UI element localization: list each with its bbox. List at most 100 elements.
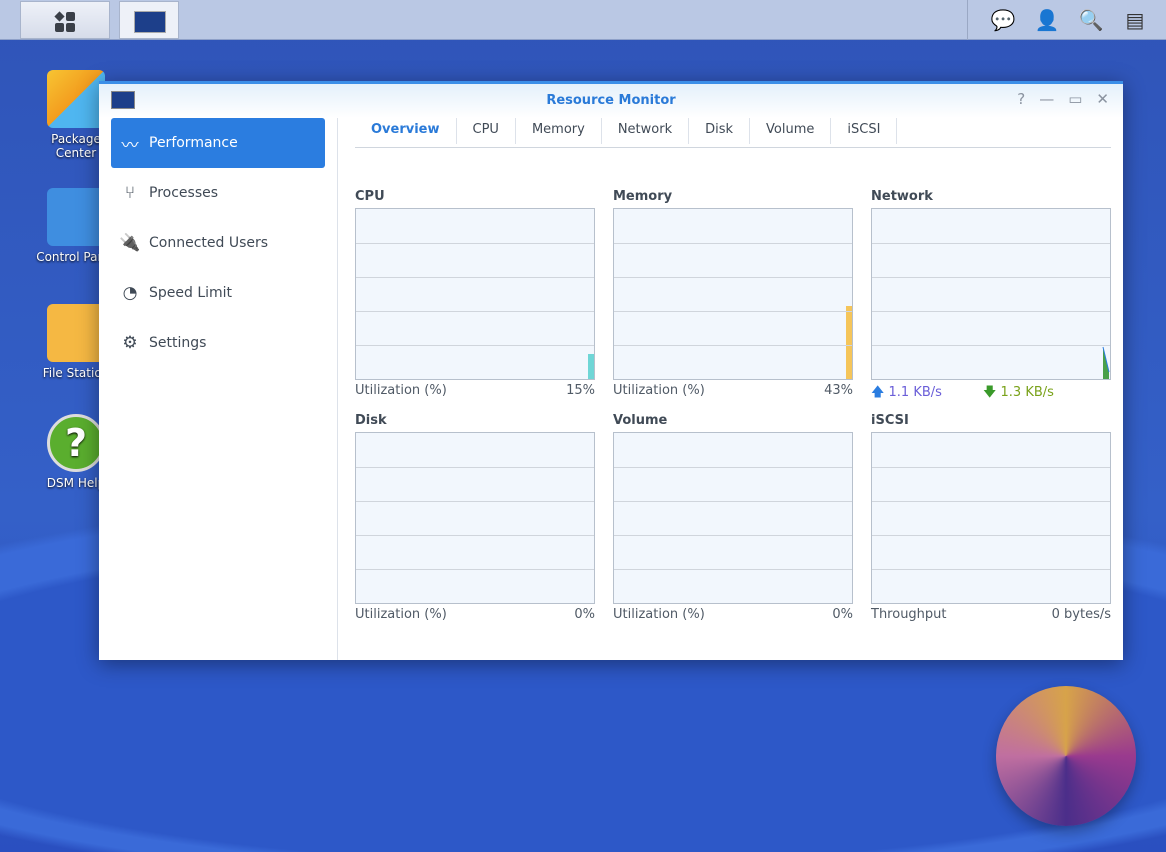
cpu-chart — [355, 208, 595, 380]
gridline — [614, 569, 852, 570]
gridline — [356, 277, 594, 278]
gridline — [614, 311, 852, 312]
widgets-icon[interactable]: ▤ — [1120, 8, 1150, 32]
panel-title: CPU — [355, 189, 385, 204]
gridline — [356, 467, 594, 468]
gridline — [614, 467, 852, 468]
network-panel[interactable]: Network 🡅 1.1 KB/s 🡇 1.3 KB/s — [871, 189, 1111, 405]
cpu-panel[interactable]: CPU Utilization (%) 15% — [355, 189, 595, 398]
network-traffic-line — [1102, 346, 1110, 379]
panel-label: Utilization (%) — [355, 607, 447, 622]
help-icon: ? — [47, 414, 105, 472]
resource-monitor-icon — [134, 11, 166, 33]
gridline — [872, 569, 1110, 570]
memory-chart — [613, 208, 853, 380]
gridline — [872, 243, 1110, 244]
main-menu-button[interactable] — [20, 1, 110, 39]
resource-monitor-taskbar-button[interactable] — [119, 1, 179, 39]
synology-logo — [996, 686, 1136, 826]
gridline — [872, 501, 1110, 502]
close-icon[interactable]: ✕ — [1096, 90, 1109, 108]
panel-value: 0 bytes/s — [1051, 607, 1111, 622]
panel-label: Utilization (%) — [355, 383, 447, 398]
panel-title: Network — [871, 189, 933, 204]
gridline — [356, 243, 594, 244]
minimize-icon[interactable]: — — [1039, 90, 1054, 108]
sidebar-item-label: Connected Users — [149, 235, 269, 251]
upload-rate: 1.1 KB/s — [888, 385, 942, 400]
upload-arrow-icon: 🡅 — [871, 385, 885, 400]
network-chart — [871, 208, 1111, 380]
maximize-icon[interactable]: ▭ — [1068, 90, 1082, 108]
gridline — [872, 277, 1110, 278]
memory-panel[interactable]: Memory Utilization (%) 43% — [613, 189, 853, 398]
sidebar-item-connected-users[interactable]: 🔌 Connected Users — [111, 218, 325, 268]
panel-value: 15% — [566, 383, 595, 398]
panel-label: Utilization (%) — [613, 607, 705, 622]
tab-volume[interactable]: Volume — [750, 118, 832, 144]
gridline — [614, 243, 852, 244]
volume-chart — [613, 432, 853, 604]
memory-usage-bar — [846, 305, 852, 379]
iscsi-panel[interactable]: iSCSI Throughput 0 bytes/s — [871, 413, 1111, 622]
tab-overview[interactable]: Overview — [355, 118, 457, 144]
sidebar-item-performance[interactable]: 〰 Performance — [111, 118, 325, 168]
panel-title: Disk — [355, 413, 387, 428]
panel-label: Throughput — [871, 607, 947, 622]
tab-memory[interactable]: Memory — [516, 118, 602, 144]
tab-network[interactable]: Network — [602, 118, 690, 144]
disk-panel[interactable]: Disk Utilization (%) 0% — [355, 413, 595, 622]
sidebar-item-speed-limit[interactable]: ◔ Speed Limit — [111, 268, 325, 318]
folder-icon — [47, 304, 105, 362]
help-icon[interactable]: ? — [1017, 90, 1025, 108]
panel-title: Volume — [613, 413, 668, 428]
cpu-usage-bar — [588, 353, 594, 379]
window-title: Resource Monitor — [546, 93, 676, 108]
disk-chart — [355, 432, 595, 604]
window-titlebar[interactable]: Resource Monitor ? — ▭ ✕ — [99, 84, 1123, 118]
speedometer-icon: ◔ — [122, 283, 138, 303]
gear-icon: ⚙ — [122, 333, 138, 353]
tab-iscsi[interactable]: iSCSI — [831, 118, 898, 144]
tab-bar: Overview CPU Memory Network Disk Volume … — [355, 118, 1111, 148]
package-center-icon — [47, 70, 105, 128]
sidebar-item-label: Settings — [149, 335, 207, 351]
tab-disk[interactable]: Disk — [689, 118, 751, 144]
control-panel-icon — [47, 188, 105, 246]
iscsi-chart — [871, 432, 1111, 604]
panel-value: 0% — [574, 607, 595, 622]
taskbar: 💬 👤 🔍 ▤ — [0, 0, 1166, 40]
gridline — [356, 535, 594, 536]
panel-label: Utilization (%) — [613, 383, 705, 398]
plug-icon: 🔌 — [119, 233, 141, 253]
performance-icon: 〰 — [121, 135, 139, 156]
chat-icon[interactable]: 💬 — [988, 8, 1018, 32]
sidebar-item-label: Processes — [149, 185, 219, 201]
search-icon[interactable]: 🔍 — [1076, 8, 1106, 32]
panel-value: 43% — [824, 383, 853, 398]
gridline — [614, 277, 852, 278]
panel-title: Memory — [613, 189, 673, 204]
sidebar: 〰 Performance ⑂ Processes 🔌 Connected Users… — [99, 118, 338, 660]
gridline — [614, 501, 852, 502]
processes-icon: ⑂ — [124, 183, 136, 203]
sidebar-item-settings[interactable]: ⚙ Settings — [111, 318, 325, 368]
gridline — [356, 345, 594, 346]
sidebar-item-label: Performance — [149, 135, 238, 151]
download-rate: 1.3 KB/s — [1000, 385, 1054, 400]
tab-cpu[interactable]: CPU — [457, 118, 516, 144]
resource-monitor-window: Resource Monitor ? — ▭ ✕ 〰 Performance ⑂ P… — [99, 81, 1123, 660]
sidebar-item-label: Speed Limit — [149, 285, 233, 301]
gridline — [872, 311, 1110, 312]
user-icon[interactable]: 👤 — [1032, 8, 1062, 32]
sidebar-item-processes[interactable]: ⑂ Processes — [111, 168, 325, 218]
gridline — [356, 311, 594, 312]
gridline — [872, 535, 1110, 536]
panel-value: 0% — [832, 607, 853, 622]
download-arrow-icon: 🡇 — [983, 385, 997, 400]
gridline — [356, 569, 594, 570]
gridline — [872, 467, 1110, 468]
volume-panel[interactable]: Volume Utilization (%) 0% — [613, 413, 853, 622]
gridline — [356, 501, 594, 502]
gridline — [872, 345, 1110, 346]
